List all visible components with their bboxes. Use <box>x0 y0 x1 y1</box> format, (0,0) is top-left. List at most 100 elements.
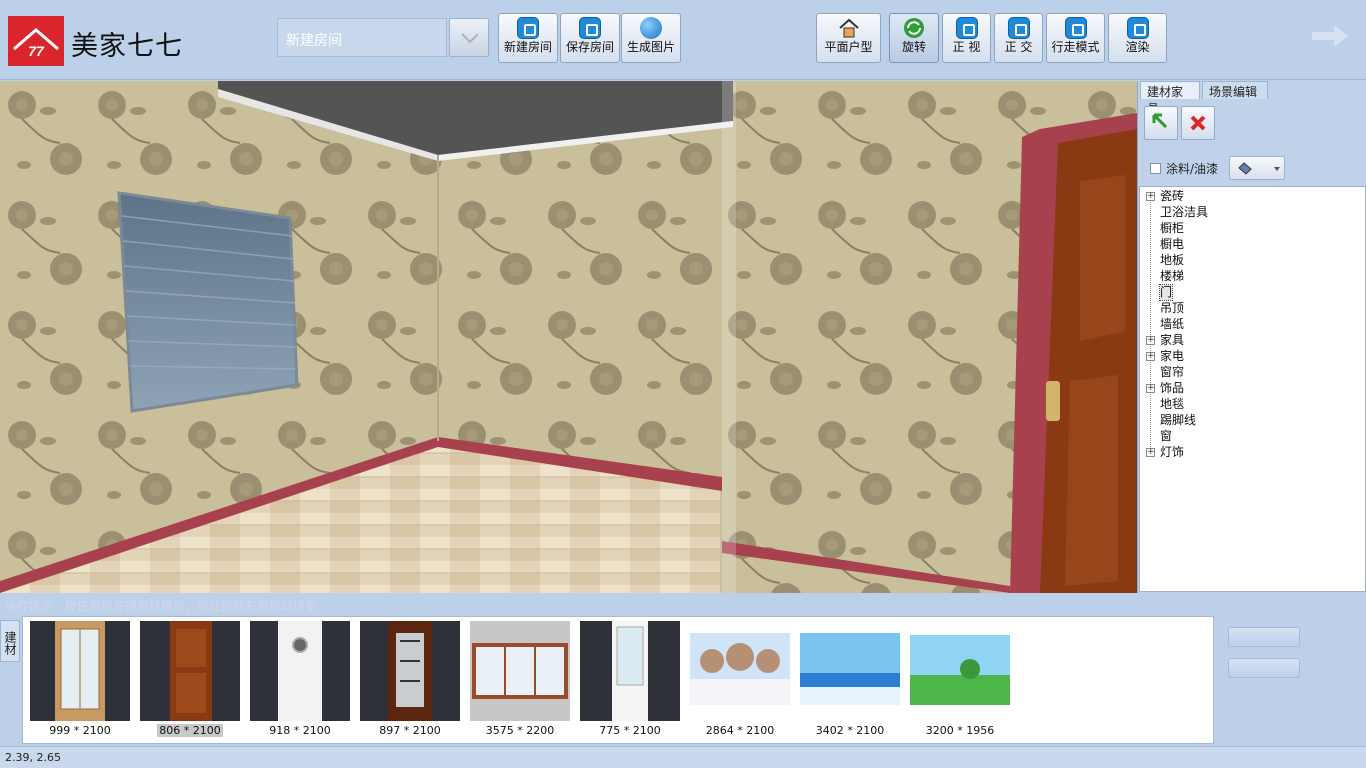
render-icon <box>1126 17 1149 39</box>
thumbnail-caption: 3200 * 1956 <box>910 724 1010 737</box>
room-name-field[interactable]: 新建房间 <box>277 18 447 57</box>
thumbnail-image <box>140 621 240 721</box>
tree-item[interactable]: 门 <box>1158 284 1174 301</box>
operation-hint: 操作提示：按住鼠标左键旋转场景，按住鼠标右键移动场景 <box>0 594 1366 616</box>
orthogonal-label: 正 交 <box>1004 40 1033 54</box>
thumbnail-size-label: 806 * 2100 <box>157 724 223 737</box>
tree-expand-icon[interactable]: + <box>1146 352 1155 361</box>
blank-action-button-1[interactable] <box>1228 627 1300 647</box>
thumbnail-image <box>360 621 460 721</box>
thumbnail-caption: 806 * 2100 <box>140 724 240 737</box>
brand-name: 美家七七 <box>71 31 183 62</box>
thumbnail-field-mural[interactable] <box>910 621 1010 721</box>
thumbnail-size-label: 2864 * 2100 <box>705 724 775 737</box>
thumbnail-caption: 3575 * 2200 <box>470 724 570 737</box>
thumbnail-wood-door[interactable] <box>140 621 240 721</box>
thumbnail-white-glass-door[interactable] <box>580 621 680 721</box>
right-panel: 建材家具 场景编辑 涂料/油漆 +瓷砖卫浴洁具橱柜橱电地板楼梯门吊顶墙纸+家具+… <box>1137 81 1366 593</box>
house-icon <box>838 18 859 38</box>
new-room-icon <box>517 17 539 39</box>
thumbnail-image <box>470 621 570 721</box>
paint-checkbox[interactable] <box>1150 163 1161 174</box>
thumbnail-image <box>250 621 350 721</box>
thumbnail-window[interactable] <box>470 621 570 721</box>
3d-scene-viewport[interactable] <box>0 81 1137 593</box>
tree-item[interactable]: 踢脚线 <box>1160 413 1196 428</box>
bottom-panel: 建材 999 * 2100 806 * 2100 918 * 2100 897 * 2… <box>0 616 1366 745</box>
rotate-icon <box>904 18 924 38</box>
tree-expand-icon[interactable]: + <box>1146 336 1155 345</box>
tree-item[interactable]: 家电 <box>1160 349 1184 364</box>
save-room-button[interactable]: 保存房间 <box>560 13 620 63</box>
tree-item[interactable]: 橱电 <box>1160 237 1184 252</box>
category-tree[interactable]: + 瓷砖 卫浴洁具 橱柜 橱电 地板 楼梯门吊顶 墙纸 + 家具 + 家电 窗帘 + 饰品 地毯 踢脚线窗 + 灯饰 <box>1139 186 1366 592</box>
save-room-label: 保存房间 <box>565 40 614 54</box>
generate-image-label: 生成图片 <box>626 40 675 54</box>
tree-item[interactable]: 楼梯 <box>1160 269 1184 284</box>
thumbnail-snow-mural[interactable] <box>690 621 790 721</box>
render-button[interactable]: 渲染 <box>1108 13 1167 63</box>
status-bar: 2.39, 2.65 <box>0 746 1366 768</box>
tree-item[interactable]: 墙纸 <box>1160 317 1184 332</box>
top-toolbar: 77 美家七七 新建房间 新建房间 保存房间 生成图片 平面户型 旋转 正 视 … <box>0 0 1366 80</box>
thumbnail-size-label: 775 * 2100 <box>599 724 661 737</box>
floor-plan-label: 平面户型 <box>824 40 873 54</box>
room-dropdown-button[interactable] <box>449 18 489 57</box>
front-view-button[interactable]: 正 视 <box>942 13 991 63</box>
pick-tool-button[interactable] <box>1144 106 1178 140</box>
thumbnail-sea-mural[interactable] <box>800 621 900 721</box>
front-view-label: 正 视 <box>952 40 981 54</box>
thumbnail-size-label: 999 * 2100 <box>49 724 111 737</box>
tree-connector <box>1150 195 1151 455</box>
paint-bucket-dropdown[interactable] <box>1229 156 1285 180</box>
tree-expand-icon[interactable]: + <box>1146 192 1155 201</box>
blank-action-button-2[interactable] <box>1228 658 1300 678</box>
tree-item[interactable]: 吊顶 <box>1160 301 1184 316</box>
render-label: 渲染 <box>1125 40 1150 54</box>
orthogonal-button[interactable]: 正 交 <box>994 13 1043 63</box>
close-icon <box>1190 115 1206 131</box>
paint-checkbox-label: 涂料/油漆 <box>1166 162 1219 176</box>
tab-scene-edit[interactable]: 场景编辑 <box>1202 81 1268 99</box>
tree-expand-icon[interactable]: + <box>1146 448 1155 457</box>
generate-image-button[interactable]: 生成图片 <box>621 13 681 63</box>
new-room-button[interactable]: 新建房间 <box>498 13 558 63</box>
tree-item[interactable]: 地毯 <box>1160 397 1184 412</box>
tree-item[interactable]: 灯饰 <box>1160 445 1184 460</box>
thumbnail-glass-door[interactable] <box>30 621 130 721</box>
tree-item[interactable]: 卫浴洁具 <box>1160 205 1208 220</box>
paint-bucket-icon <box>1238 162 1280 175</box>
tree-item[interactable]: 窗帘 <box>1160 365 1184 380</box>
thumbnail-dark-glass-door[interactable] <box>360 621 460 721</box>
thumbnail-caption: 3402 * 2100 <box>800 724 900 737</box>
generate-image-icon <box>640 17 662 39</box>
chevron-down-icon <box>461 33 479 44</box>
thumbnail-caption: 775 * 2100 <box>580 724 680 737</box>
thumbnail-size-label: 897 * 2100 <box>379 724 441 737</box>
tree-item[interactable]: 家具 <box>1160 333 1184 348</box>
rotate-button[interactable]: 旋转 <box>889 13 939 63</box>
thumbnail-caption: 918 * 2100 <box>250 724 350 737</box>
walk-mode-button[interactable]: 行走模式 <box>1046 13 1105 63</box>
thumbnail-image <box>580 621 680 721</box>
tree-item[interactable]: 瓷砖 <box>1160 189 1184 204</box>
tree-item[interactable]: 饰品 <box>1160 381 1184 396</box>
arrow-right-icon[interactable] <box>1310 22 1350 50</box>
coordinate-readout: 2.39, 2.65 <box>5 751 61 764</box>
floor-plan-button[interactable]: 平面户型 <box>816 13 881 63</box>
pick-arrow-icon <box>1152 113 1168 129</box>
tab-materials-furniture[interactable]: 建材家具 <box>1140 81 1200 116</box>
logo: 77 <box>8 16 64 66</box>
tree-item[interactable]: 地板 <box>1160 253 1184 268</box>
delete-button[interactable] <box>1181 106 1215 140</box>
thumbnail-caption: 897 * 2100 <box>360 724 460 737</box>
logo-text: 77 <box>28 43 45 59</box>
tab-materials[interactable]: 建材 <box>0 620 20 662</box>
rotate-label: 旋转 <box>901 40 926 54</box>
tree-expand-icon[interactable]: + <box>1146 384 1155 393</box>
thumbnail-white-door[interactable] <box>250 621 350 721</box>
thumbnail-size-label: 3402 * 2100 <box>815 724 885 737</box>
thumbnail-caption: 2864 * 2100 <box>690 724 790 737</box>
tree-item[interactable]: 窗 <box>1160 429 1172 444</box>
tree-item[interactable]: 橱柜 <box>1160 221 1184 236</box>
